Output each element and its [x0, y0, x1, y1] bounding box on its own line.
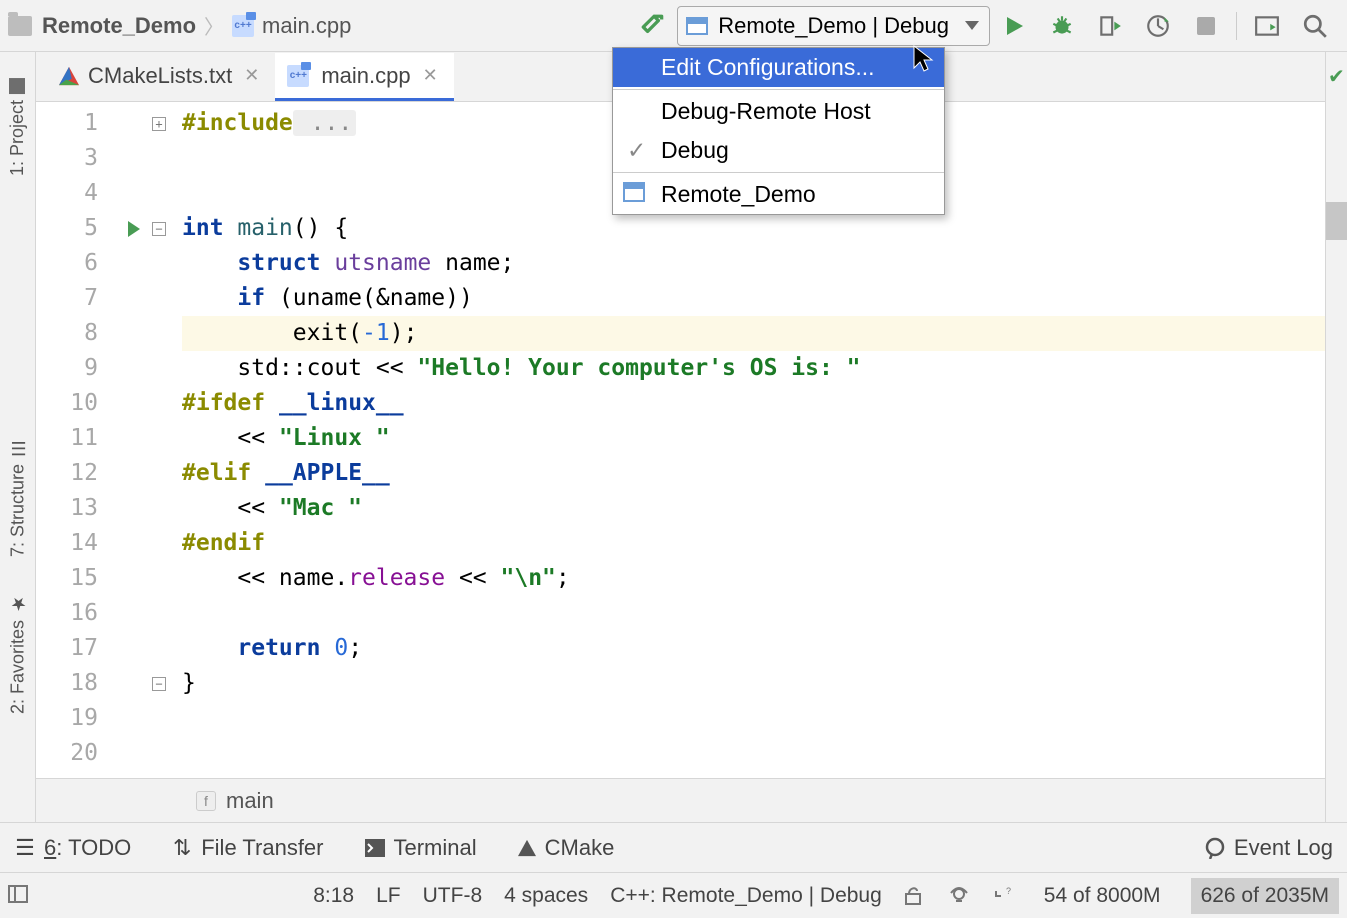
- run-config-label: Remote_Demo | Debug: [718, 13, 949, 39]
- dropdown-item-label: Debug: [661, 137, 729, 164]
- status-memory-1[interactable]: 54 of 8000M: [1036, 882, 1169, 910]
- transfer-icon: ⇅: [171, 837, 193, 859]
- sync-icon[interactable]: ?: [992, 885, 1014, 907]
- tab-cmakelists[interactable]: CMakeLists.txt ✕: [46, 53, 275, 101]
- close-icon[interactable]: ✕: [240, 65, 263, 86]
- separator: [613, 172, 944, 173]
- tool-file-transfer[interactable]: ⇅ File Transfer: [171, 835, 323, 861]
- debug-icon[interactable]: [1048, 12, 1076, 40]
- status-caret-pos[interactable]: 8:18: [313, 884, 354, 908]
- status-indent[interactable]: 4 spaces: [504, 884, 588, 908]
- balloon-icon: [1204, 837, 1226, 859]
- profile-icon[interactable]: [1144, 12, 1172, 40]
- stop-icon[interactable]: [1192, 12, 1220, 40]
- gutter-icons: [116, 102, 152, 778]
- cpp-file-icon: c++: [287, 65, 309, 87]
- status-memory-2[interactable]: 626 of 2035M: [1191, 878, 1339, 914]
- fold-expand-icon[interactable]: +: [152, 106, 182, 141]
- status-encoding[interactable]: UTF-8: [423, 884, 483, 908]
- status-bar: 8:18 LF UTF-8 4 spaces C++: Remote_Demo …: [0, 872, 1347, 918]
- run-config-selector[interactable]: Remote_Demo | Debug: [677, 6, 990, 46]
- folder-icon: [10, 78, 26, 94]
- list-icon: ☰: [14, 837, 36, 859]
- cmake-icon: [58, 66, 80, 86]
- folder-icon: [8, 16, 32, 36]
- tab-main-cpp[interactable]: c++ main.cpp ✕: [275, 53, 453, 101]
- fold-end-icon[interactable]: −: [152, 666, 182, 701]
- run-config-dropdown: Edit Configurations... Debug-Remote Host…: [612, 47, 945, 215]
- run-line-icon[interactable]: [116, 211, 152, 246]
- breadcrumb[interactable]: Remote_Demo 〉 c++ main.cpp: [8, 11, 351, 40]
- search-icon[interactable]: [1301, 12, 1329, 40]
- tool-todo[interactable]: ☰ 6: TODO: [14, 835, 131, 861]
- dropdown-debug[interactable]: ✓ Debug: [613, 131, 944, 170]
- ide-root: Remote_Demo 〉 c++ main.cpp Remote_Demo |…: [0, 0, 1347, 918]
- application-icon: [623, 181, 645, 208]
- dropdown-item-label: Debug-Remote Host: [661, 98, 871, 125]
- status-line-ending[interactable]: LF: [376, 884, 401, 908]
- windows-icon[interactable]: [8, 885, 30, 907]
- breadcrumb-function[interactable]: main: [226, 788, 274, 814]
- lock-icon[interactable]: [904, 885, 926, 907]
- function-icon: f: [196, 791, 216, 811]
- right-gutter: ✔: [1325, 52, 1347, 822]
- bottom-tool-buttons: ☰ 6: TODO ⇅ File Transfer Terminal CMake…: [0, 822, 1347, 872]
- dropdown-remote-demo[interactable]: Remote_Demo: [613, 175, 944, 214]
- breadcrumb-file[interactable]: main.cpp: [262, 13, 351, 39]
- dropdown-item-label: Edit Configurations...: [661, 54, 875, 81]
- line-numbers: 1 3 4 5 6 7 8 9 10 11 12 13 14 15 16 17: [36, 102, 116, 778]
- left-tool-strip: 1: Project 7: Structure☰ 2: Favorites★: [0, 52, 36, 822]
- top-toolbar: Remote_Demo 〉 c++ main.cpp Remote_Demo |…: [0, 0, 1347, 52]
- terminal-icon: [364, 837, 386, 859]
- star-icon: ★: [7, 593, 29, 614]
- hector-icon[interactable]: [948, 885, 970, 907]
- run-icon[interactable]: [1000, 12, 1028, 40]
- tool-event-log[interactable]: Event Log: [1204, 835, 1333, 861]
- tool-window-structure[interactable]: 7: Structure☰: [7, 437, 29, 557]
- tool-window-favorites[interactable]: 2: Favorites★: [7, 593, 29, 714]
- breadcrumb-project[interactable]: Remote_Demo: [42, 13, 196, 39]
- tool-cmake[interactable]: CMake: [517, 835, 615, 861]
- chevron-right-icon: 〉: [200, 11, 228, 40]
- build-icon[interactable]: [639, 12, 667, 40]
- cpp-file-icon: c++: [232, 15, 254, 37]
- tool-window-project[interactable]: 1: Project: [7, 78, 28, 176]
- run-anything-icon[interactable]: [1253, 12, 1281, 40]
- separator: [613, 89, 944, 90]
- svg-text:?: ?: [1006, 886, 1011, 896]
- run-with-coverage-icon[interactable]: [1096, 12, 1124, 40]
- cmake-icon: [517, 839, 537, 857]
- close-icon[interactable]: ✕: [419, 65, 442, 86]
- check-icon: ✓: [627, 137, 646, 164]
- dropdown-edit-configurations[interactable]: Edit Configurations...: [613, 48, 944, 87]
- tab-label: main.cpp: [321, 63, 410, 89]
- editor-breadcrumb: f main: [36, 778, 1325, 822]
- structure-icon: ☰: [7, 437, 29, 458]
- separator: [1236, 12, 1237, 40]
- chevron-down-icon: [965, 21, 979, 30]
- tab-label: CMakeLists.txt: [88, 63, 232, 89]
- application-icon: [686, 17, 708, 35]
- status-context[interactable]: C++: Remote_Demo | Debug: [610, 884, 882, 908]
- dropdown-debug-remote-host[interactable]: Debug-Remote Host: [613, 92, 944, 131]
- tool-terminal[interactable]: Terminal: [364, 835, 477, 861]
- scrollbar-marker[interactable]: [1326, 202, 1347, 240]
- dropdown-item-label: Remote_Demo: [661, 181, 816, 208]
- inspection-ok-icon[interactable]: ✔: [1328, 64, 1345, 89]
- fold-gutter: + − −: [152, 102, 182, 778]
- fold-collapse-icon[interactable]: −: [152, 211, 182, 246]
